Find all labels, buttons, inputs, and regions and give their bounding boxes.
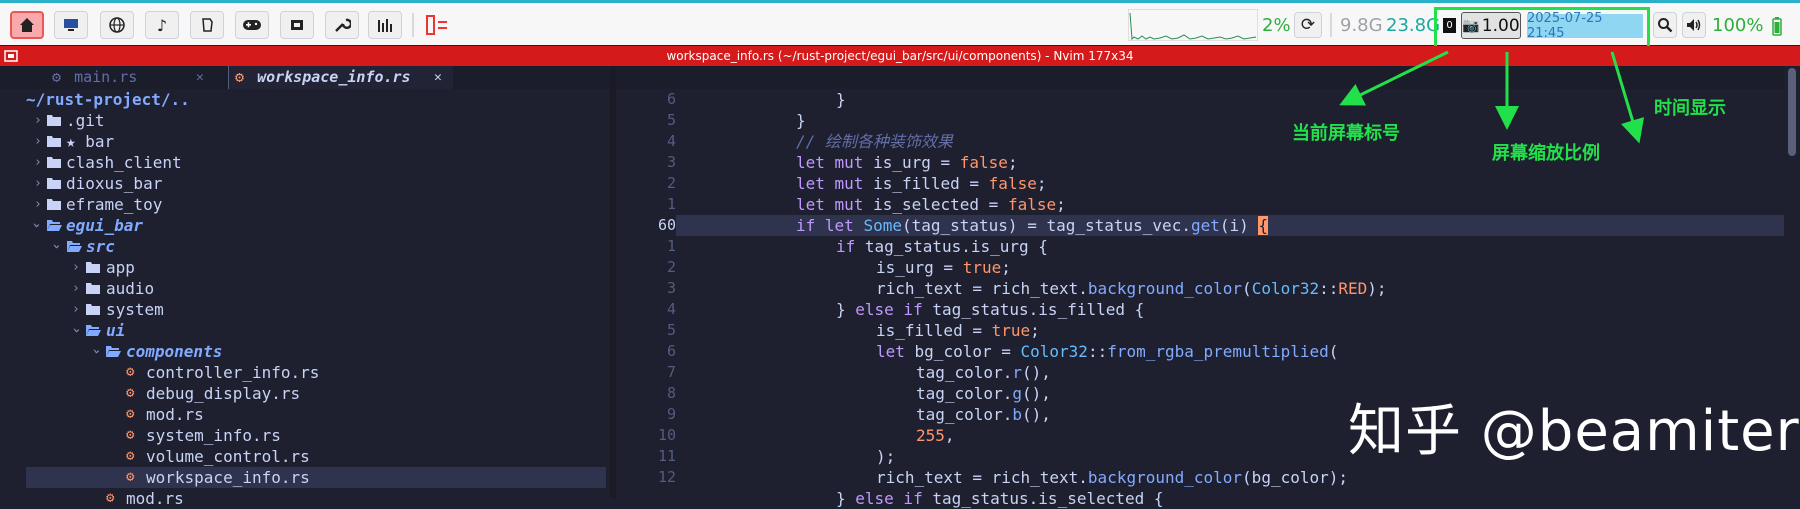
annotation-time: 时间显示 xyxy=(1654,98,1726,119)
watermark: 知乎 @beamiter xyxy=(1348,399,1800,464)
annotation-screen-scale: 屏幕缩放比例 xyxy=(1492,143,1600,164)
annotation-screen-index: 当前屏幕标号 xyxy=(1292,123,1400,144)
